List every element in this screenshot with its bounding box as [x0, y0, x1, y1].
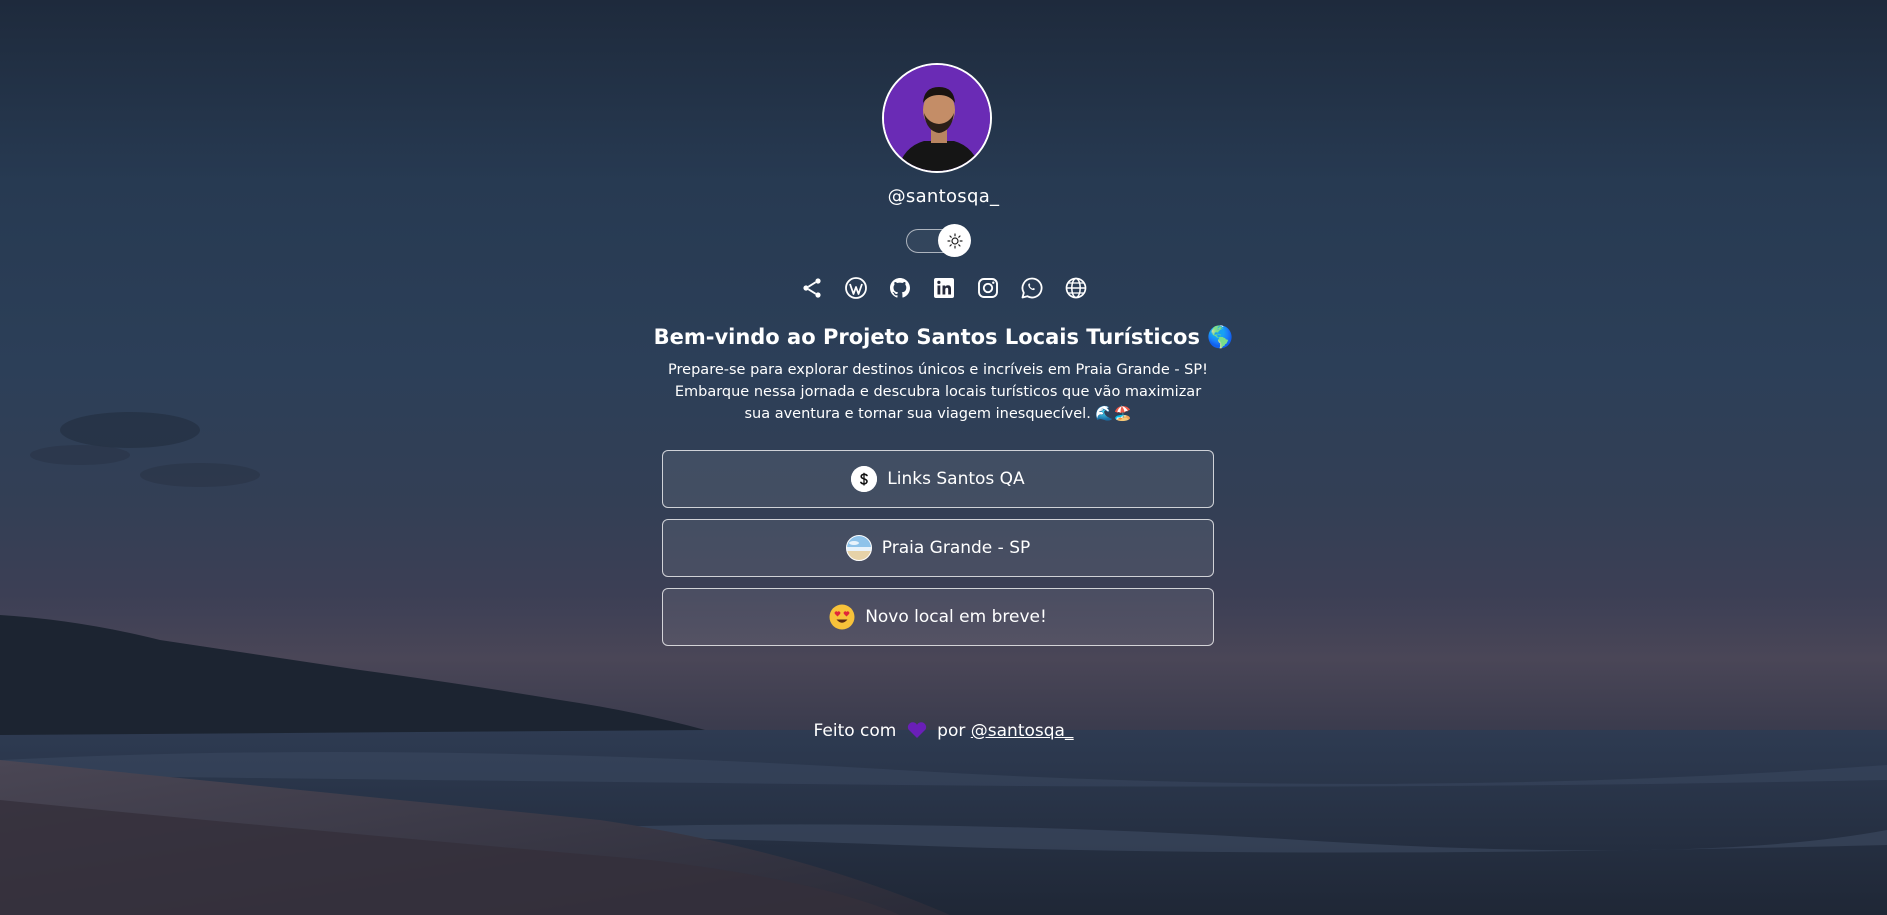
instagram-link[interactable]: [976, 276, 1000, 300]
username: @santosqa_: [887, 186, 1000, 207]
globe-icon: [1065, 277, 1086, 299]
beach-photo-icon: [845, 535, 872, 561]
heart-icon: [906, 721, 928, 744]
linkedin-icon: [933, 278, 954, 298]
profile-page: @santosqa_ Bem-vindo ao Projeto Santos L…: [0, 0, 1887, 915]
link-novo-local-button[interactable]: Novo local em breve!: [662, 588, 1214, 646]
link-label: Links Santos QA: [887, 469, 1025, 489]
person-photo-icon: [884, 65, 990, 171]
linkedin-link[interactable]: [932, 276, 956, 300]
author-link[interactable]: @santosqa_: [971, 721, 1074, 741]
link-label: Novo local em breve!: [865, 607, 1047, 627]
share-button[interactable]: [800, 276, 824, 300]
santos-logo-icon: [851, 466, 878, 492]
whatsapp-link[interactable]: [1020, 276, 1044, 300]
footer: Feito com por @santosqa_: [0, 721, 1887, 744]
footer-middle: por: [937, 721, 966, 741]
theme-toggle[interactable]: [906, 224, 971, 257]
sun-icon: [946, 232, 963, 249]
social-links: [0, 276, 1887, 300]
wordpress-link[interactable]: [844, 276, 868, 300]
website-link[interactable]: [1064, 276, 1088, 300]
heart-eyes-emoji-icon: [829, 604, 855, 630]
link-praia-grande-button[interactable]: Praia Grande - SP: [662, 519, 1214, 577]
page-title: Bem-vindo ao Projeto Santos Locais Turís…: [653, 325, 1234, 349]
link-label: Praia Grande - SP: [881, 538, 1031, 558]
share-icon: [802, 278, 821, 298]
theme-toggle-knob[interactable]: [938, 224, 971, 257]
footer-prefix: Feito com: [813, 721, 897, 741]
whatsapp-icon: [1021, 277, 1042, 299]
instagram-icon: [977, 278, 998, 298]
page-description: Prepare-se para explorar destinos únicos…: [668, 362, 1208, 422]
github-icon: [889, 278, 910, 298]
wordpress-icon: [844, 277, 867, 299]
github-link[interactable]: [888, 276, 912, 300]
avatar: [882, 63, 992, 173]
link-santos-qa-button[interactable]: Links Santos QA: [662, 450, 1214, 508]
